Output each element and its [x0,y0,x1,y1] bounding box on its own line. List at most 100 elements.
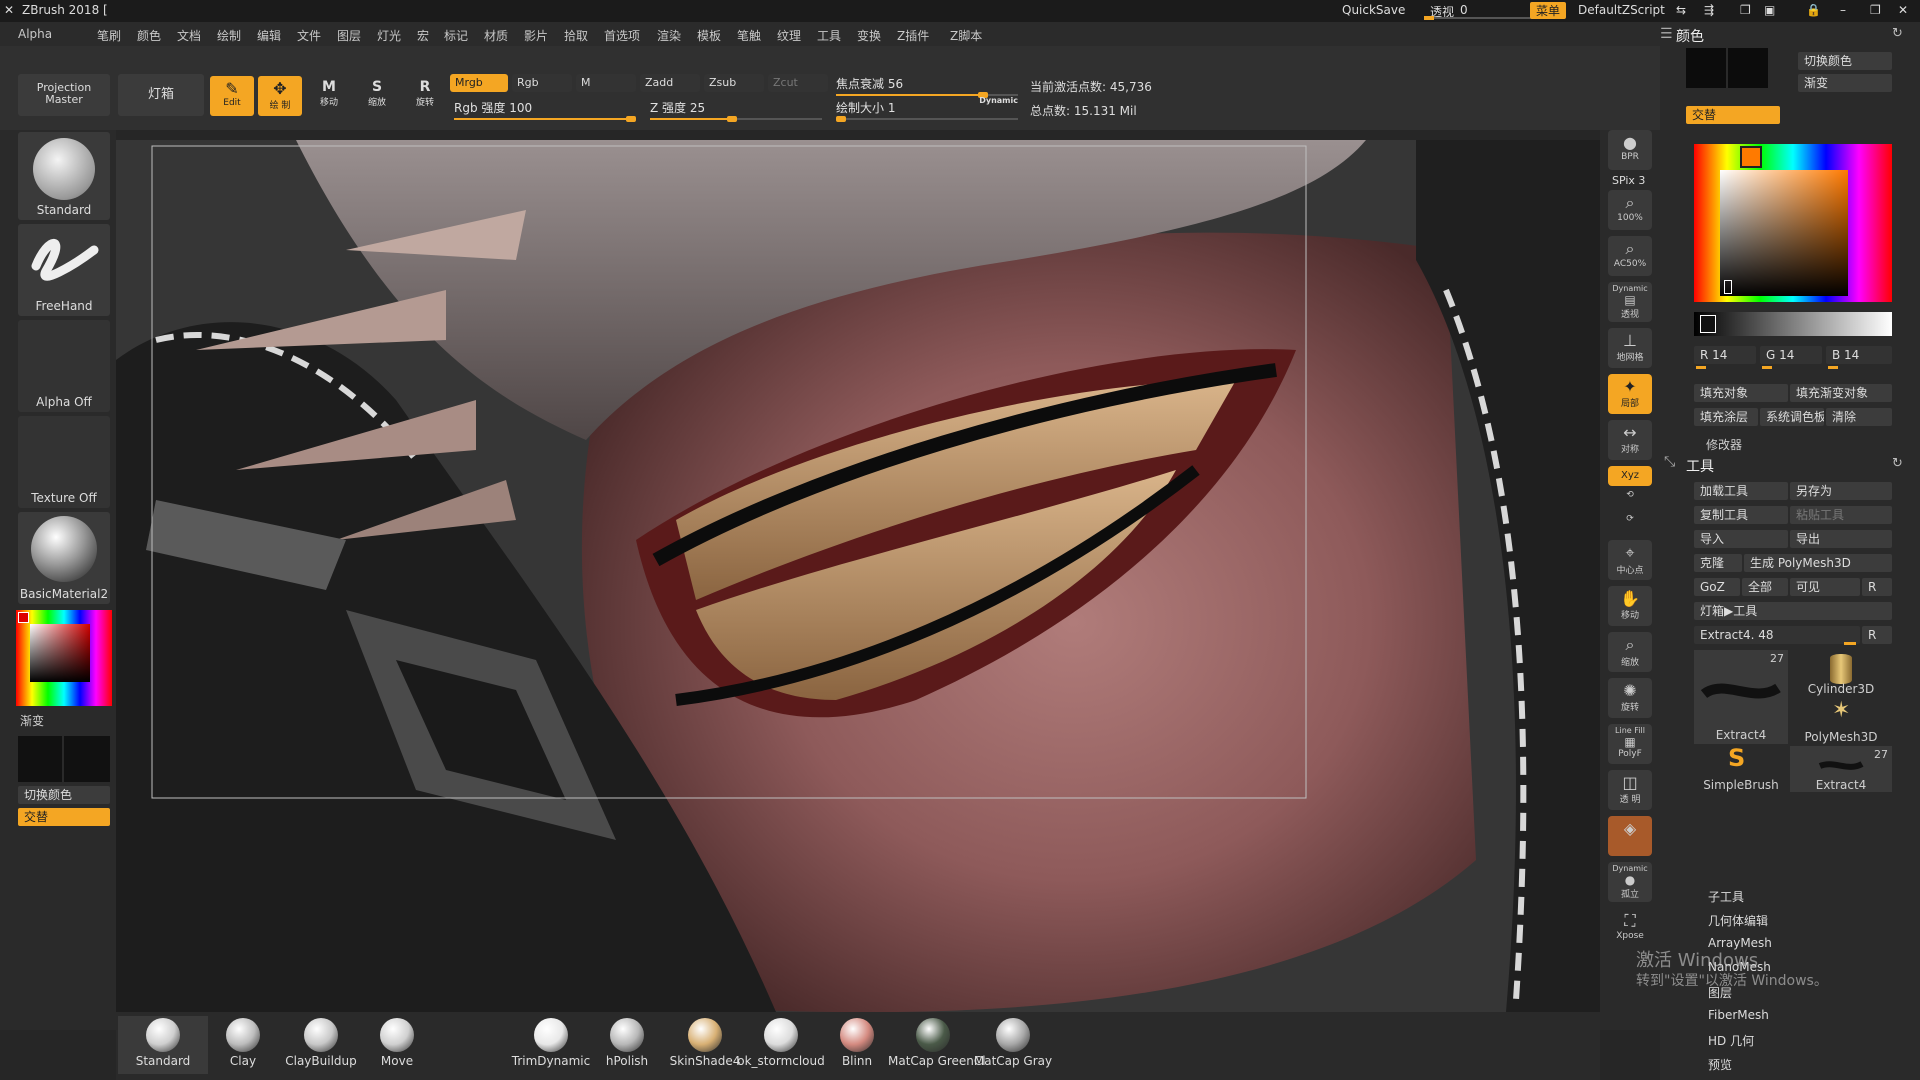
tool-thumb-cylinder3d[interactable]: Cylinder3D [1790,650,1892,696]
menu-item[interactable]: 笔触 [737,27,761,44]
tool-palette-title[interactable]: 工具 [1686,456,1714,476]
tool-thumb-extract4[interactable]: 27 Extract4 [1694,650,1788,744]
menu-item[interactable]: 首选项 [604,27,640,44]
menu-item[interactable]: 渲染 [657,27,681,44]
floor-button[interactable]: ⊥ 地网格 [1608,328,1652,368]
material-slot[interactable]: MatCap GreenCl [888,1016,986,1074]
tool-thumb-extract4-2[interactable]: 27 Extract4 [1790,746,1892,792]
menu-item[interactable]: 变换 [857,27,881,44]
lightbox-tools-button[interactable]: 灯箱▶工具 [1694,602,1892,620]
material-slot[interactable]: Clay [198,1016,288,1074]
window-icon[interactable]: ❐ [1740,3,1751,17]
red-slider[interactable]: R 14 [1694,346,1756,364]
clone-button[interactable]: 克隆 [1694,554,1742,572]
menu-item[interactable]: 文档 [177,27,201,44]
reset-icon[interactable]: ↻ [1892,26,1903,41]
current-tool-slider[interactable]: Extract4. 48 [1694,626,1860,644]
ghost-button[interactable]: ◈ [1608,816,1652,856]
hd-geometry-section[interactable]: HD 几何 [1708,1032,1754,1049]
perspective-button[interactable]: Dynamic ▤ 透视 [1608,282,1652,322]
main-color-swatch[interactable] [18,736,62,782]
clear-button[interactable]: 清除 [1826,408,1892,426]
menu-item[interactable]: 宏 [417,27,429,44]
focal-shift-slider[interactable]: 焦点衰减 56 [832,72,1022,98]
menu-item[interactable]: Alpha [18,27,52,41]
material-slot[interactable]: hPolish [582,1016,672,1074]
m-button[interactable]: M [576,74,636,92]
rotate-axis-icon-2[interactable]: ⟳ [1608,514,1652,536]
red-knob[interactable] [1696,366,1706,369]
close-icon[interactable]: ✕ [1898,3,1908,17]
sv-marker[interactable] [1724,280,1732,294]
current-tool-r-button[interactable]: R [1862,626,1892,644]
symmetry-button[interactable]: ↔ 对称 [1608,420,1652,460]
color-picker[interactable] [16,610,112,706]
scale-view-button[interactable]: ⌕ 缩放 [1608,632,1652,672]
transparency-slider[interactable] [1424,16,1534,20]
polyframe-button[interactable]: Line Fill ▦ PolyF [1608,724,1652,764]
draw-size-slider[interactable]: 绘制大小 1 Dynamic [832,96,1022,122]
import-button[interactable]: 导入 [1694,530,1788,548]
tool-reset-icon[interactable]: ↻ [1892,456,1903,471]
material-slot[interactable]: Move [352,1016,442,1074]
tool-thumb-polymesh3d[interactable]: ✶ PolyMesh3D [1790,698,1892,744]
menu-item[interactable]: 笔刷 [97,27,121,44]
paste-tool-button[interactable]: 粘贴工具 [1790,506,1892,524]
transparency-knob[interactable] [1424,16,1434,20]
menu-item[interactable]: 材质 [484,27,508,44]
menu-item[interactable]: 图层 [337,27,361,44]
zcut-button[interactable]: Zcut [768,74,828,92]
layout-icon-2[interactable]: ⇶ [1704,3,1714,17]
menu-item[interactable]: 模板 [697,27,721,44]
menu-item[interactable]: 颜色 [137,27,161,44]
zoom-100-button[interactable]: ⌕ 100% [1608,190,1652,230]
menu-item[interactable]: 影片 [524,27,548,44]
draw-size-knob[interactable] [836,116,846,122]
menu-item[interactable]: 文件 [297,27,321,44]
move-view-button[interactable]: ✋ 移动 [1608,586,1652,626]
menu-item[interactable]: 灯光 [377,27,401,44]
solo-button[interactable]: Dynamic ● 孤立 [1608,862,1652,902]
minimize-icon[interactable]: – [1840,3,1846,17]
ac50-button[interactable]: ⌕ AC50% [1608,236,1652,276]
color-picker-panel-square[interactable] [1720,170,1848,296]
default-zscript-button[interactable]: DefaultZScript [1578,3,1665,17]
rotate-axis-icon[interactable]: ⟲ [1608,490,1652,512]
palette-grip-icon[interactable]: ☰ [1660,26,1673,42]
scale-mode-button[interactable]: S 缩放 [356,76,398,116]
copy-tool-button[interactable]: 复制工具 [1694,506,1788,524]
fill-gradient-object-button[interactable]: 填充渐变对象 [1790,384,1892,402]
fibermesh-section[interactable]: FiberMesh [1708,1008,1769,1022]
rotate-mode-button[interactable]: R 旋转 [404,76,446,116]
transparency-value[interactable]: 0 [1460,3,1468,17]
rgb-button[interactable]: Rgb [512,74,572,92]
subtool-section[interactable]: 子工具 [1708,888,1744,905]
xpose-button[interactable]: ⛶ Xpose [1608,908,1652,948]
system-palette-button[interactable]: 系统调色板 [1760,408,1824,426]
zsub-button[interactable]: Zsub [704,74,764,92]
color-palette-title[interactable]: 颜色 [1676,26,1704,46]
move-mode-button[interactable]: M 移动 [308,76,350,116]
dynamic-size-toggle[interactable]: Dynamic [979,96,1018,105]
menu-item[interactable]: 绘制 [217,27,241,44]
alpha-slot[interactable]: Alpha Off [18,320,110,412]
switch-color-panel-button[interactable]: 切换颜色 [1798,52,1892,70]
material-slot[interactable]: MatCap Gray [968,1016,1058,1074]
layout-icon[interactable]: ⇆ [1676,3,1686,17]
visible-button[interactable]: 可见 [1790,578,1860,596]
draw-button[interactable]: ✥ 绘 制 [258,76,302,116]
switch-color-button[interactable]: 切换颜色 [18,786,110,804]
mrgb-button[interactable]: Mrgb [450,74,508,92]
tool-thumb-simplebrush[interactable]: S SimpleBrush [1694,744,1788,792]
make-polymesh-button[interactable]: 生成 PolyMesh3D [1744,554,1892,572]
main-color-swatch-panel[interactable] [1686,48,1726,88]
menu-toggle-button[interactable]: 菜单 [1530,2,1567,19]
bpr-button[interactable]: ● BPR [1608,130,1652,170]
gradient-panel-button[interactable]: 渐变 [1798,74,1892,92]
menu-item[interactable]: 工具 [817,27,841,44]
projection-master-button[interactable]: Projection Master [18,74,110,116]
save-as-button[interactable]: 另存为 [1790,482,1892,500]
z-intensity-knob[interactable] [727,116,738,122]
geometry-section[interactable]: 几何体编辑 [1708,912,1768,929]
blue-knob[interactable] [1828,366,1838,369]
